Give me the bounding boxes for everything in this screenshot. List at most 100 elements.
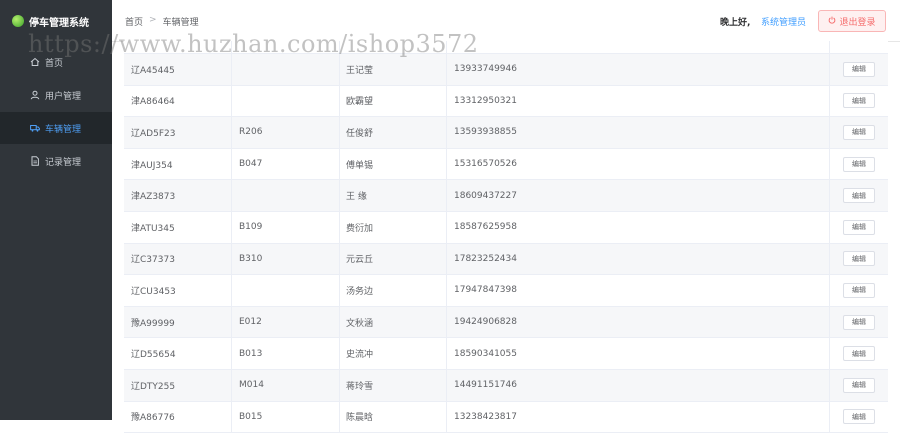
edit-button[interactable]: 编辑 (843, 282, 875, 298)
sidebar-item-home[interactable]: 首页 (0, 46, 112, 78)
breadcrumb: 首页 > 车辆管理 (125, 15, 199, 28)
owner-cell: 任俊舒 (340, 117, 447, 148)
owner-cell: 傅单锡 (340, 148, 447, 180)
plate-cell: 津ATU345 (124, 211, 232, 243)
table-row: 豫A99999 E012 文秋涵 19424906828 编辑 (124, 306, 888, 339)
owner-cell: 文秋涵 (340, 306, 447, 338)
table-row: 辽A45445 王记莹 13933749946 编辑 (124, 54, 888, 86)
breadcrumb-home[interactable]: 首页 (125, 15, 143, 28)
action-cell: 编辑 (830, 212, 888, 243)
phone-cell: 13238423817 (447, 401, 830, 433)
space-cell: B047 (232, 148, 340, 180)
table-row: 津A86464 欧霸望 13312950321 编辑 (124, 85, 888, 118)
space-cell: B310 (232, 243, 340, 275)
plate-cell: 津AZ3873 (124, 180, 232, 211)
app-logo: 停车管理系统 (12, 12, 89, 30)
phone-cell: 18590341055 (447, 338, 830, 369)
plate-cell: 津A86464 (124, 85, 232, 117)
table-row-partial (124, 41, 888, 54)
phone-cell: 17947847398 (447, 275, 830, 306)
space-cell (232, 275, 340, 306)
plate-cell: 津AUJ354 (124, 148, 232, 180)
plate-cell: 辽C37373 (124, 243, 232, 275)
table-row: 辽CU3453 汤务边 17947847398 编辑 (124, 275, 888, 307)
action-cell: 编辑 (830, 54, 888, 85)
space-cell: E012 (232, 306, 340, 338)
logout-label: 退出登录 (839, 17, 876, 28)
action-cell: 编辑 (830, 338, 888, 369)
table-row: 辽C37373 B310 元云丘 17823252434 编辑 (124, 243, 888, 276)
plate-cell: 辽AD5F23 (124, 117, 232, 148)
phone-cell: 13933749946 (447, 54, 830, 85)
table-row: 津ATU345 B109 费衍加 18587625958 编辑 (124, 211, 888, 244)
edit-button[interactable]: 编辑 (843, 156, 875, 172)
owner-cell: 王记莹 (340, 54, 447, 85)
action-cell: 编辑 (830, 370, 888, 401)
owner-cell: 欧霸望 (340, 85, 447, 117)
space-cell (232, 180, 340, 211)
space-cell (232, 85, 340, 117)
phone-cell: 18609437227 (447, 180, 830, 211)
edit-button[interactable]: 编辑 (843, 61, 875, 77)
action-cell: 编辑 (830, 117, 888, 148)
edit-button[interactable]: 编辑 (843, 251, 875, 267)
table-row: 辽DTY255 M014 蒋玲雪 14491151746 编辑 (124, 369, 888, 402)
owner-cell: 蒋玲雪 (340, 369, 447, 401)
breadcrumb-separator: > (149, 15, 157, 25)
sidebar: 停车管理系统 首页 用户管理 车辆管理 记录管理 (0, 0, 112, 420)
app-title: 停车管理系统 (29, 17, 89, 29)
owner-cell: 史流冲 (340, 338, 447, 369)
home-icon (30, 57, 40, 67)
edit-button[interactable]: 编辑 (843, 93, 875, 109)
space-cell: M014 (232, 369, 340, 401)
edit-button[interactable]: 编辑 (843, 409, 875, 425)
action-cell: 编辑 (830, 244, 888, 275)
space-cell: B015 (232, 401, 340, 433)
space-cell: B109 (232, 211, 340, 243)
edit-button[interactable]: 编辑 (843, 314, 875, 330)
phone-cell: 15316570526 (447, 148, 830, 180)
owner-cell: 王 缘 (340, 180, 447, 211)
phone-cell: 14491151746 (447, 369, 830, 401)
owner-cell: 汤务边 (340, 275, 447, 306)
space-cell: R206 (232, 117, 340, 148)
space-cell (232, 54, 340, 85)
sidebar-item-cars[interactable]: 车辆管理 (0, 112, 112, 144)
phone-cell: 17823252434 (447, 243, 830, 275)
plate-cell: 辽A45445 (124, 54, 232, 85)
table-row: 辽AD5F23 R206 任俊舒 13593938855 编辑 (124, 117, 888, 149)
plate-cell: 辽D55654 (124, 338, 232, 369)
table-row: 津AUJ354 B047 傅单锡 15316570526 编辑 (124, 148, 888, 181)
table-row: 辽D55654 B013 史流冲 18590341055 编辑 (124, 338, 888, 370)
logout-button[interactable]: 退出登录 (818, 10, 886, 32)
phone-cell: 19424906828 (447, 306, 830, 338)
owner-cell: 陈晨晗 (340, 401, 447, 433)
action-cell: 编辑 (830, 86, 888, 117)
sidebar-item-users[interactable]: 用户管理 (0, 79, 112, 111)
plate-cell: 豫A99999 (124, 306, 232, 338)
current-user-link[interactable]: 系统管理员 (761, 15, 806, 28)
edit-button[interactable]: 编辑 (843, 346, 875, 362)
phone-cell: 18587625958 (447, 211, 830, 243)
edit-button[interactable]: 编辑 (843, 188, 875, 204)
plate-cell: 辽DTY255 (124, 369, 232, 401)
edit-button[interactable]: 编辑 (843, 124, 875, 140)
sidebar-item-label: 用户管理 (45, 91, 82, 102)
truck-icon (30, 123, 40, 133)
table-row: 津AZ3873 王 缘 18609437227 编辑 (124, 180, 888, 212)
phone-cell: 13593938855 (447, 117, 830, 148)
edit-button[interactable]: 编辑 (843, 219, 875, 235)
sidebar-item-label: 记录管理 (45, 157, 82, 168)
action-cell: 编辑 (830, 307, 888, 338)
action-cell: 编辑 (830, 149, 888, 180)
breadcrumb-current: 车辆管理 (162, 18, 199, 28)
vehicle-table: 辽A45445 王记莹 13933749946 编辑 津A86464 欧霸望 1331295… (124, 41, 888, 433)
sidebar-item-records[interactable]: 记录管理 (0, 145, 112, 177)
top-header: 首页 > 车辆管理 晚上好, 系统管理员 退出登录 (112, 0, 900, 42)
sidebar-item-label: 首页 (45, 58, 64, 69)
sidebar-item-label: 车辆管理 (45, 124, 82, 135)
action-cell: 编辑 (830, 402, 888, 433)
action-cell: 编辑 (830, 275, 888, 306)
space-cell: B013 (232, 338, 340, 369)
edit-button[interactable]: 编辑 (843, 377, 875, 393)
